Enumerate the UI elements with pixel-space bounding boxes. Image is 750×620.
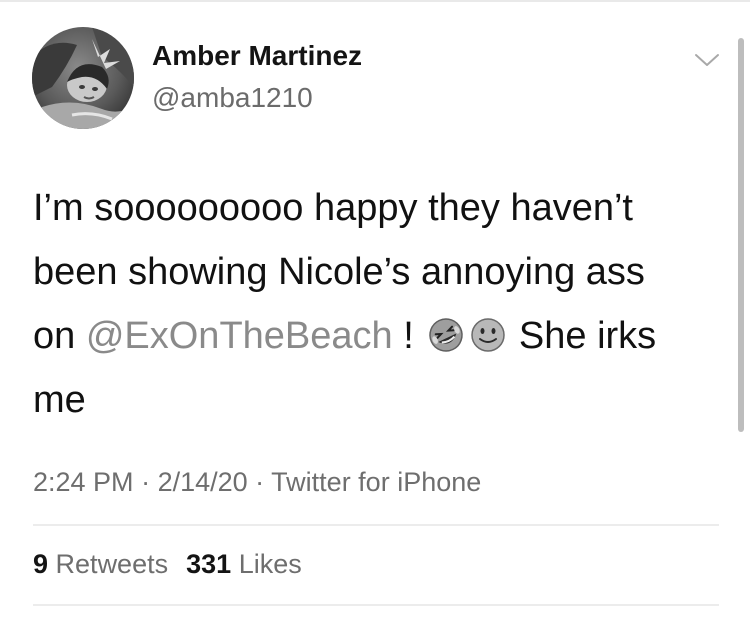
top-divider [0, 0, 750, 2]
likes-count: 331 [186, 549, 232, 579]
likes-label: Likes [238, 549, 302, 579]
likes-stat[interactable]: 331 Likes [186, 549, 302, 579]
tweet-meta: 2:24 PM · 2/14/20 · Twitter for iPhone [33, 467, 481, 498]
chevron-down-icon[interactable] [692, 48, 722, 72]
mention-link[interactable]: @ExOnTheBeach [86, 315, 393, 357]
meta-separator: · [247, 467, 272, 497]
tweet-stats: 9 Retweets 331 Likes [33, 549, 320, 580]
divider [33, 524, 719, 526]
tweet-line-3-middle: ! [392, 315, 425, 357]
tweet-line-3-suffix: She irks [508, 315, 657, 357]
tweet-time: 2:24 PM [33, 467, 134, 497]
display-name[interactable]: Amber Martinez [152, 40, 362, 72]
tweet-line-4: me [33, 379, 86, 421]
tweet-line-1: I’m sooooooooo happy they haven’t [33, 187, 633, 229]
retweets-count: 9 [33, 549, 49, 579]
divider [33, 604, 719, 606]
tweet-line-2: been showing Nicole’s annoying ass [33, 251, 645, 293]
tweet-line-3: on @ExOnTheBeach ! She irks [33, 304, 723, 368]
tweet-view: Amber Martinez @amba1210 I’m sooooooooo … [0, 0, 750, 620]
tweet-line-3-prefix: on [33, 315, 86, 357]
retweets-label: Retweets [55, 549, 169, 579]
tweet-text: I’m sooooooooo happy they haven’t been s… [33, 176, 723, 432]
avatar-photo [32, 27, 134, 129]
avatar[interactable] [32, 27, 134, 129]
meta-separator: · [133, 467, 158, 497]
slightly-smiling-face-emoji [468, 315, 508, 355]
scrollbar[interactable] [738, 38, 744, 432]
rolling-on-floor-laughing-emoji [426, 315, 466, 355]
tweet-date: 2/14/20 [157, 467, 248, 497]
user-handle[interactable]: @amba1210 [152, 82, 313, 114]
retweets-stat[interactable]: 9 Retweets [33, 549, 168, 579]
tweet-source-link[interactable]: Twitter for iPhone [271, 467, 481, 497]
